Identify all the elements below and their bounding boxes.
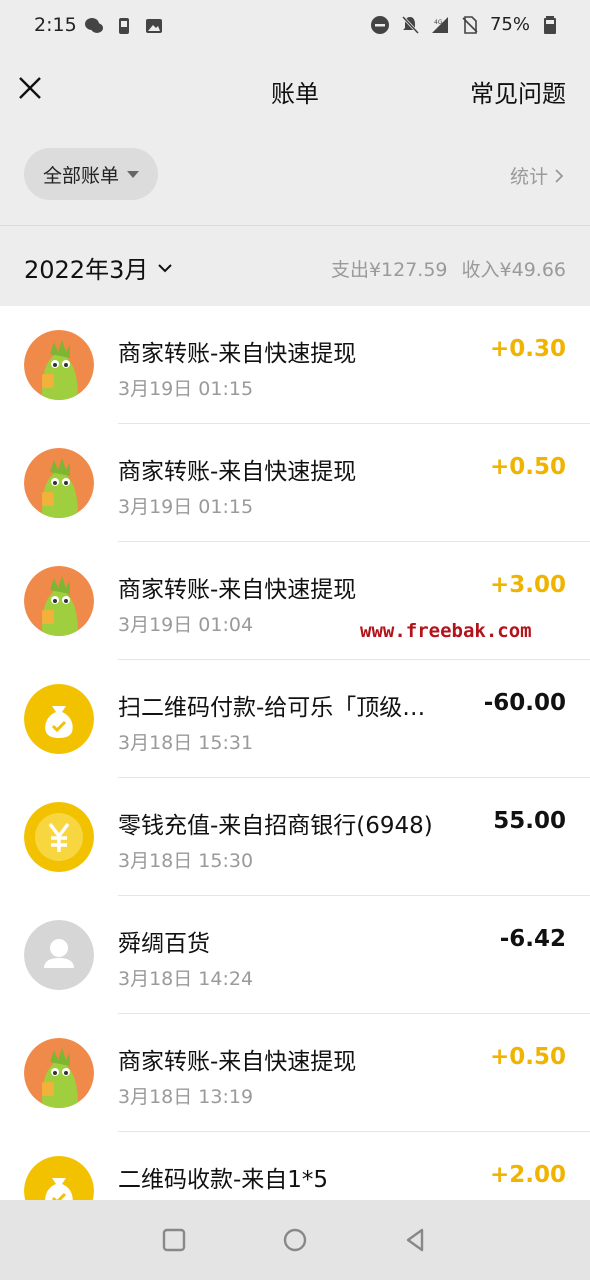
watermark-text: www.freebak.com xyxy=(360,620,532,642)
month-income: 收入¥49.66 xyxy=(461,259,566,281)
status-time: 2:15 xyxy=(34,14,77,36)
transaction-title: 舜绸百货 xyxy=(118,931,210,957)
status-bar: 2:15 4G 75% xyxy=(0,0,590,52)
transaction-title: 零钱充值-来自招商银行(6948) xyxy=(118,813,433,839)
caret-down-icon xyxy=(127,170,139,178)
month-expense: 支出¥127.59 xyxy=(330,259,448,281)
money-bag-icon xyxy=(24,684,94,754)
image-icon xyxy=(146,19,162,33)
faq-link[interactable]: 常见问题 xyxy=(470,74,566,109)
transaction-title: 商家转账-来自快速提现 xyxy=(118,341,357,367)
signal-icon: 4G xyxy=(431,16,448,33)
month-selector[interactable]: 2022年3月 xyxy=(24,250,174,285)
all-bills-label: 全部账单 xyxy=(42,164,119,187)
no-sim-icon xyxy=(462,15,478,34)
chevron-down-icon xyxy=(158,263,173,272)
transaction-row[interactable]: 商家转账-来自快速提现 3月18日 13:19 +0.50 xyxy=(0,1014,590,1132)
transaction-date: 3月18日 14:24 xyxy=(118,968,254,990)
transaction-title: 二维码收款-来自1*5 xyxy=(118,1167,329,1193)
transaction-title: 商家转账-来自快速提现 xyxy=(118,577,357,603)
transaction-amount: +0.30 xyxy=(489,336,566,362)
all-bills-filter-button[interactable]: 全部账单 xyxy=(24,148,158,200)
transaction-row[interactable]: 舜绸百货 3月18日 14:24 -6.42 xyxy=(0,896,590,1014)
transaction-date: 3月19日 01:15 xyxy=(118,496,254,518)
transaction-row[interactable]: 二维码收款-来自1*5 +2.00 xyxy=(0,1132,590,1200)
dnd-icon xyxy=(370,15,389,34)
transaction-list: 商家转账-来自快速提现 3月19日 01:15 +0.30 商家转账-来自快速提… xyxy=(0,306,590,1200)
month-summary: 支出¥127.59 收入¥49.66 xyxy=(331,255,566,282)
transaction-row[interactable]: 商家转账-来自快速提现 3月19日 01:15 +0.50 xyxy=(0,424,590,542)
transaction-date: 3月19日 01:15 xyxy=(118,378,254,400)
phone-icon xyxy=(119,18,129,34)
transaction-row[interactable]: 商家转账-来自快速提现 3月19日 01:04 +3.00 xyxy=(0,542,590,660)
battery-icon xyxy=(544,15,556,34)
back-icon[interactable] xyxy=(402,1226,430,1254)
transaction-row[interactable]: 零钱充值-来自招商银行(6948) 3月18日 15:30 55.00 xyxy=(0,778,590,896)
money-bag-icon xyxy=(24,1156,94,1200)
battery-percent: 75% xyxy=(489,14,530,35)
stats-label: 统计 xyxy=(509,166,548,188)
top-nav-bar: 账单 常见问题 xyxy=(0,52,590,124)
wechat-icon xyxy=(85,18,103,33)
svg-text:4G: 4G xyxy=(434,19,443,26)
transaction-amount: +0.50 xyxy=(489,1044,566,1070)
transaction-row[interactable]: 商家转账-来自快速提现 3月19日 01:15 +0.30 xyxy=(0,306,590,424)
default-user-avatar xyxy=(24,920,94,990)
transaction-row[interactable]: 扫二维码付款-给可乐「顶级… 3月18日 15:31 -60.00 xyxy=(0,660,590,778)
transaction-amount: +3.00 xyxy=(489,572,566,598)
month-label: 2022年3月 xyxy=(24,256,149,284)
transaction-date: 3月18日 15:30 xyxy=(118,850,254,872)
chevron-right-icon xyxy=(555,168,564,183)
transaction-amount: +0.50 xyxy=(489,454,566,480)
transaction-title: 商家转账-来自快速提现 xyxy=(118,1049,357,1075)
transaction-date: 3月18日 15:31 xyxy=(118,732,254,754)
dragon-avatar xyxy=(24,448,94,518)
stats-link[interactable]: 统计 xyxy=(510,162,566,189)
recent-apps-icon[interactable] xyxy=(160,1226,188,1254)
home-icon[interactable] xyxy=(281,1226,309,1254)
system-nav-bar xyxy=(0,1200,590,1280)
dragon-avatar xyxy=(24,330,94,400)
transaction-title: 商家转账-来自快速提现 xyxy=(118,459,357,485)
dragon-avatar xyxy=(24,1038,94,1108)
transaction-amount: -60.00 xyxy=(483,690,566,716)
transaction-amount: -6.42 xyxy=(499,926,566,952)
filter-row: 全部账单 统计 xyxy=(0,124,590,226)
mute-icon xyxy=(401,15,420,34)
month-header: 2022年3月 支出¥127.59 收入¥49.66 xyxy=(0,226,590,306)
transaction-date: 3月18日 13:19 xyxy=(118,1086,254,1108)
transaction-amount: +2.00 xyxy=(489,1162,566,1188)
transaction-date: 3月19日 01:04 xyxy=(118,614,254,636)
dragon-avatar xyxy=(24,566,94,636)
transaction-title: 扫二维码付款-给可乐「顶级… xyxy=(118,695,426,721)
yuan-coin-icon xyxy=(24,802,94,872)
transaction-amount: 55.00 xyxy=(493,808,566,834)
